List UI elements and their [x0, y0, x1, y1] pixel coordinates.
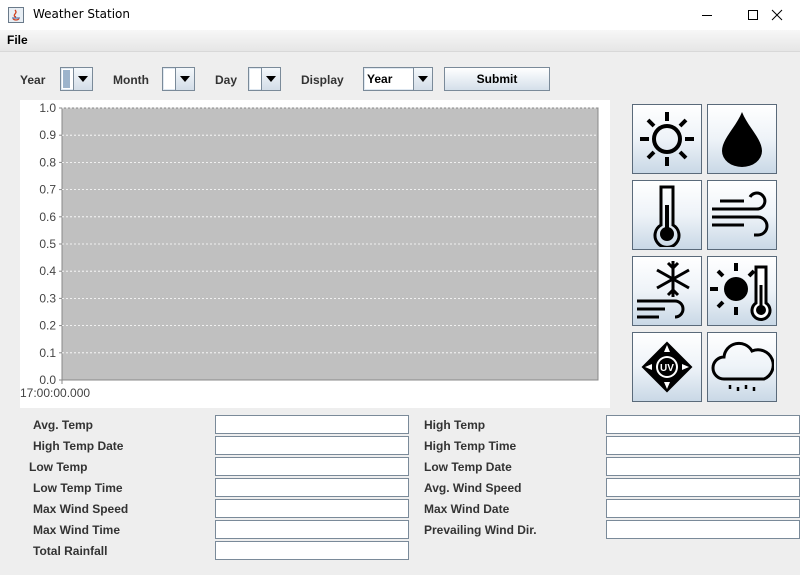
max-wind-date-field[interactable]	[606, 499, 800, 518]
display-combo[interactable]: Year	[363, 67, 433, 91]
y-tick-label: 0.1	[39, 346, 56, 360]
y-tick-label: 0.8	[39, 155, 56, 169]
wind-icon	[712, 191, 769, 237]
uv-index-button[interactable]: UV	[632, 332, 702, 402]
humidity-button[interactable]	[707, 104, 777, 174]
total-rainfall-label: Total Rainfall	[33, 544, 108, 558]
title-bar: Weather Station	[0, 0, 800, 30]
y-tick-label: 0.5	[39, 237, 56, 251]
water-drop-icon	[722, 112, 762, 167]
y-tick-label: 0.9	[39, 128, 56, 142]
main-content: Year Month Day Display Year Submit 0.0 0.…	[0, 52, 800, 575]
low-temp-time-field[interactable]	[215, 478, 409, 497]
avg-wind-speed-label: Avg. Wind Speed	[424, 481, 522, 495]
rain-cloud-icon	[711, 341, 774, 391]
month-label: Month	[113, 73, 149, 87]
chevron-down-icon[interactable]	[413, 68, 432, 90]
year-combo[interactable]	[60, 67, 93, 91]
chevron-down-icon[interactable]	[261, 68, 280, 90]
close-icon	[771, 9, 783, 21]
low-temp-date-label: Low Temp Date	[424, 460, 512, 474]
thermometer-icon	[653, 185, 681, 247]
weather-chart: 0.0 0.1 0.2 0.3 0.4 0.5 0.6 0.7 0.8 0.9 1.0 17:00:0…	[20, 101, 599, 400]
wind-chill-icon	[637, 261, 690, 319]
y-tick-label: 0.0	[39, 373, 56, 387]
max-wind-speed-label: Max Wind Speed	[33, 502, 129, 516]
y-tick-label: 0.4	[39, 264, 56, 278]
day-label: Day	[215, 73, 238, 87]
display-combo-value: Year	[367, 72, 393, 86]
uv-index-icon: UV	[641, 341, 693, 393]
wind-button[interactable]	[707, 180, 777, 250]
high-temp-label: High Temp	[424, 418, 486, 432]
year-combo-selection	[63, 70, 70, 88]
y-tick-label: 0.2	[39, 319, 56, 333]
high-temp-time-label: High Temp Time	[424, 439, 517, 453]
heat-index-button[interactable]	[707, 256, 777, 326]
wind-chill-button[interactable]	[632, 256, 702, 326]
avg-temp-label: Avg. Temp	[33, 418, 94, 432]
low-temp-date-field[interactable]	[606, 457, 800, 476]
high-temp-field[interactable]	[606, 415, 800, 434]
java-app-icon	[8, 7, 24, 23]
max-wind-time-label: Max Wind Time	[33, 523, 121, 537]
minimize-icon	[702, 15, 712, 16]
window-title: Weather Station	[33, 7, 131, 21]
y-tick-label: 0.3	[39, 291, 56, 305]
svg-text:UV: UV	[660, 363, 674, 374]
high-temp-time-field[interactable]	[606, 436, 800, 455]
minimize-button[interactable]	[684, 0, 730, 30]
year-label: Year	[20, 73, 46, 87]
close-button[interactable]	[754, 0, 800, 30]
sun-icon	[640, 112, 694, 166]
y-tick-label: 0.7	[39, 183, 56, 197]
temperature-button[interactable]	[632, 180, 702, 250]
low-temp-time-label: Low Temp Time	[33, 481, 123, 495]
high-temp-date-field[interactable]	[215, 436, 409, 455]
avg-wind-speed-field[interactable]	[606, 478, 800, 497]
y-tick-label: 0.6	[39, 210, 56, 224]
month-combo[interactable]	[162, 67, 195, 91]
heat-index-icon	[710, 263, 772, 321]
low-temp-label: Low Temp	[29, 460, 88, 474]
display-label: Display	[301, 73, 344, 87]
max-wind-date-label: Max Wind Date	[424, 502, 510, 516]
max-wind-speed-field[interactable]	[215, 499, 409, 518]
chart-panel: 0.0 0.1 0.2 0.3 0.4 0.5 0.6 0.7 0.8 0.9 1.0 17:00:0…	[20, 100, 610, 408]
rainfall-button[interactable]	[707, 332, 777, 402]
high-temp-date-label: High Temp Date	[33, 439, 124, 453]
sun-button[interactable]	[632, 104, 702, 174]
y-tick-label: 1.0	[39, 101, 56, 115]
menu-file[interactable]: File	[7, 33, 28, 47]
low-temp-field[interactable]	[215, 457, 409, 476]
menu-bar: File	[0, 30, 800, 52]
chevron-down-icon[interactable]	[175, 68, 194, 90]
avg-temp-field[interactable]	[215, 415, 409, 434]
prevailing-wind-dir-label: Prevailing Wind Dir.	[424, 523, 537, 537]
prevailing-wind-dir-field[interactable]	[606, 520, 800, 539]
max-wind-time-field[interactable]	[215, 520, 409, 539]
day-combo[interactable]	[248, 67, 281, 91]
submit-button[interactable]: Submit	[444, 67, 550, 91]
total-rainfall-field[interactable]	[215, 541, 409, 560]
chevron-down-icon[interactable]	[73, 68, 92, 90]
x-tick-label: 17:00:00.000	[20, 386, 90, 400]
